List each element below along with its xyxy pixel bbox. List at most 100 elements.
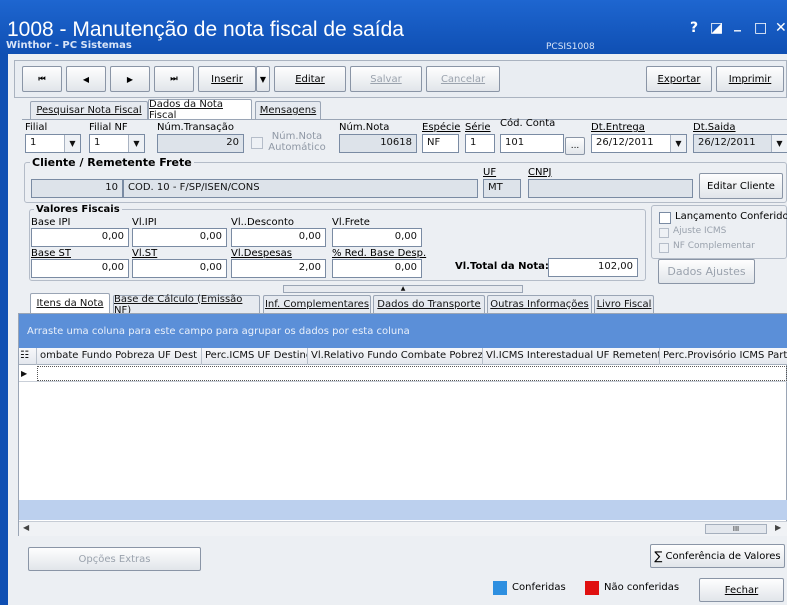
legend-nao-conferidas-label: Não conferidas [604,582,680,593]
nf-complementar-checkbox[interactable] [659,243,669,253]
splitter-handle[interactable]: ▲ [283,285,523,293]
column-chooser-icon[interactable]: ☷ [19,348,37,365]
vl-frete-field[interactable]: 0,00 [332,228,422,247]
dt-saida-label: Dt.Saida [693,122,736,133]
scroll-left-icon[interactable]: ◀ [23,523,29,532]
base-ipi-label: Base IPI [31,217,71,228]
cod-conta-search-button[interactable]: ... [565,137,585,155]
tab-dados-do-transporte[interactable]: Dados do Transporte [373,295,485,313]
valores-fiscais-title: Valores Fiscais [34,204,122,215]
inserir-dropdown-icon[interactable]: ▼ [256,66,270,92]
especie-field[interactable]: NF [422,134,459,153]
lancamento-conferido-checkbox[interactable] [659,212,671,224]
prev-record-button[interactable]: ◀ [66,66,106,92]
cod-conta-field[interactable]: 101 [500,134,564,153]
tab-itens-da-nota[interactable]: Itens da Nota [30,293,110,313]
tab-livro-fiscal[interactable]: Livro Fiscal [594,295,654,313]
num-transacao-label: Núm.Transação [157,122,235,133]
num-nota-auto-checkbox[interactable] [251,137,263,149]
vl-desconto-field[interactable]: 0,00 [231,228,326,247]
title-bar: 1008 - Manutenção de nota fiscal de saíd… [0,0,787,54]
vl-st-field[interactable]: 0,00 [132,259,227,278]
red-base-field[interactable]: 0,00 [332,259,422,278]
imprimir-button[interactable]: Imprimir [716,66,784,92]
tab-inf-complementares[interactable]: Inf. Complementares [263,295,371,313]
vl-ipi-field[interactable]: 0,00 [132,228,227,247]
legend-conferidas-label: Conferidas [512,582,566,593]
maximize-icon[interactable]: □ [754,20,767,36]
scroll-thumb[interactable]: III [705,524,767,534]
cliente-codigo-field: 10 [31,179,123,198]
nf-complementar-label: NF Complementar [673,241,755,251]
filial-nf-value: 1 [94,137,101,148]
base-st-field[interactable]: 0,00 [31,259,129,278]
vl-despesas-field[interactable]: 2,00 [231,259,326,278]
column-header[interactable]: ombate Fundo Pobreza UF Dest [37,348,202,365]
first-record-button[interactable]: ⏮ [22,66,62,92]
window-code: PCSIS1008 [546,42,595,52]
chevron-down-icon[interactable]: ▼ [64,135,80,152]
grid-footer [19,500,787,520]
chevron-down-icon[interactable]: ▼ [670,135,686,152]
help-icon[interactable]: ? [690,20,698,36]
column-header[interactable]: Perc.ICMS UF Destino [202,348,308,365]
tab-outras-informacoes[interactable]: Outras Informações [487,295,592,313]
dados-ajustes-button[interactable]: Dados Ajustes [658,259,755,284]
column-header[interactable]: Vl.Relativo Fundo Combate Pobreza [308,348,483,365]
num-nota-label: Núm.Nota [339,122,390,133]
column-header[interactable]: Perc.Provisório ICMS Partilha [660,348,787,365]
chevron-down-icon[interactable]: ▼ [128,135,144,152]
tab-dados-nota-fiscal[interactable]: Dados da Nota Fiscal [148,99,252,121]
total-field: 102,00 [548,258,638,277]
close-icon[interactable]: ✕ [775,20,787,36]
exportar-button[interactable]: Exportar [646,66,712,92]
dt-entrega-label: Dt.Entrega [591,122,645,133]
opcoes-extras-button[interactable]: Opções Extras [28,547,201,571]
window-title: 1008 - Manutenção de nota fiscal de saíd… [7,18,404,41]
tab-pesquisar-nota-fiscal[interactable]: Pesquisar Nota Fiscal [30,101,148,119]
chevron-down-icon[interactable]: ▼ [771,135,787,152]
lancamento-conferido-label: Lançamento Conferido [675,211,787,222]
conferencia-valores-button[interactable]: ∑ Conferência de Valores [650,544,785,568]
filial-nf-label: Filial NF [89,122,128,133]
restore-icon[interactable]: ◪ [710,20,723,36]
cancelar-button[interactable]: Cancelar [426,66,500,92]
base-st-label: Base ST [31,248,71,259]
table-row[interactable]: ▶ [19,366,787,382]
uf-field: MT [483,179,521,198]
column-header[interactable]: Vl.ICMS Interestadual UF Remetente [483,348,660,365]
tab-base-de-calculo[interactable]: Base de Cálculo (Emissão NF) [113,294,260,316]
inserir-button[interactable]: Inserir [198,66,256,92]
especie-label: Espécie [422,122,461,133]
sigma-icon: ∑ [654,549,663,563]
scroll-right-icon[interactable]: ▶ [775,523,781,532]
dt-entrega-value: 26/12/2011 [596,137,654,148]
next-record-button[interactable]: ▶ [110,66,150,92]
num-transacao-field: 20 [157,134,244,153]
num-nota-auto-label: Núm.Nota Automático [268,131,326,153]
fechar-button[interactable]: Fechar [699,578,784,602]
vl-desconto-label: Vl..Desconto [231,217,295,228]
filial-value: 1 [30,137,37,148]
cod-conta-label: Cód. Conta [500,118,556,129]
vl-frete-label: Vl.Frete [332,217,370,228]
tab-mensagens[interactable]: Mensagens [255,101,321,119]
salvar-button[interactable]: Salvar [350,66,422,92]
tab-divider [22,119,787,120]
serie-label: Série [465,122,491,133]
serie-field[interactable]: 1 [465,134,495,153]
row-focus-cell [37,366,787,381]
num-nota-field: 10618 [339,134,417,153]
last-record-button[interactable]: ⏭ [154,66,194,92]
red-base-label: % Red. Base Desp. [332,248,427,259]
editar-button[interactable]: Editar [274,66,346,92]
horizontal-scrollbar[interactable]: ◀ III ▶ [19,521,787,536]
ajuste-icms-checkbox[interactable] [659,228,669,238]
editar-cliente-button[interactable]: Editar Cliente [699,173,783,199]
group-by-panel[interactable]: Arraste uma coluna para este campo para … [19,314,787,348]
vl-st-label: Vl.ST [132,248,158,259]
minimize-icon[interactable]: _ [734,16,741,32]
base-ipi-field[interactable]: 0,00 [31,228,129,247]
window-left-border [0,54,8,605]
grid-header: ☷ ombate Fundo Pobreza UF Dest Perc.ICMS… [19,348,787,365]
